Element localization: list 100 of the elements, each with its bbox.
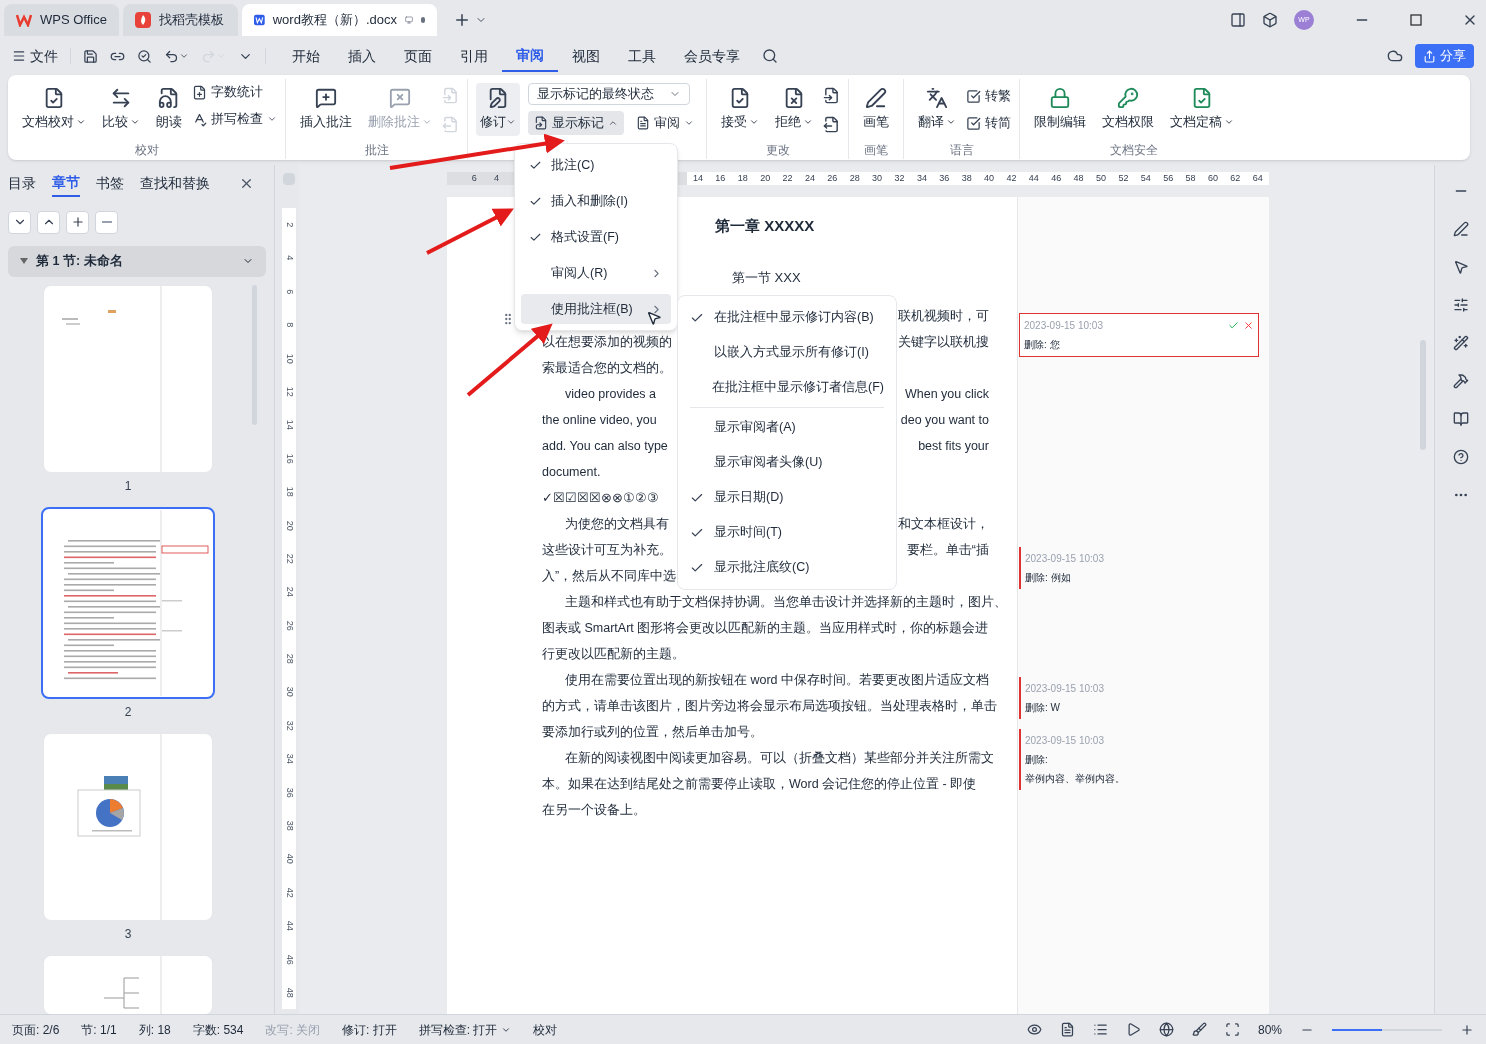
help-icon[interactable]: [1452, 449, 1469, 465]
book-icon[interactable]: [1452, 411, 1469, 427]
share-button[interactable]: 分享: [1415, 44, 1474, 68]
panel-tab[interactable]: 目录: [8, 171, 36, 197]
save-icon[interactable]: [83, 48, 98, 64]
document-tab[interactable]: WPS Office: [4, 4, 119, 36]
track-changes-button[interactable]: 修订: [476, 83, 520, 136]
status-item[interactable]: 页面: 2/6: [12, 1020, 60, 1039]
pointer-icon[interactable]: [1452, 259, 1469, 275]
body-text: 入”，然后从不同库中选: [542, 567, 677, 585]
finalize-button[interactable]: 文档定稿: [1164, 83, 1240, 136]
menu-item[interactable]: 批注(C): [521, 150, 671, 180]
accept-icon[interactable]: [1228, 320, 1239, 331]
document-tab[interactable]: 找稻壳模板: [123, 4, 238, 36]
brush-icon[interactable]: [1191, 1022, 1207, 1037]
pen-button[interactable]: 画笔: [857, 83, 895, 136]
reject-icon[interactable]: [1243, 320, 1254, 331]
web-view-icon[interactable]: [1158, 1022, 1174, 1037]
ribbon-tab[interactable]: 引用: [446, 41, 502, 71]
move-up-button[interactable]: [37, 210, 60, 234]
ribbon-tab[interactable]: 视图: [558, 41, 614, 71]
menu-item[interactable]: 在批注框中显示修订内容(B): [686, 300, 888, 335]
scrollbar-thumb[interactable]: [1420, 340, 1426, 450]
menu-item[interactable]: 显示时间(T): [686, 515, 888, 550]
page-thumbnail[interactable]: [41, 506, 215, 699]
zoom-level[interactable]: 80%: [1257, 1020, 1282, 1039]
add-button[interactable]: [66, 210, 89, 234]
new-tab-icon[interactable]: [453, 11, 471, 29]
status-item[interactable]: 修订: 打开: [342, 1020, 397, 1039]
ribbon-tab[interactable]: 会员专享: [670, 41, 754, 71]
translate-button[interactable]: 翻译: [912, 83, 962, 136]
caret-icon[interactable]: [179, 51, 189, 61]
doc-check-button[interactable]: 文档校对: [16, 83, 92, 136]
preview-icon[interactable]: [137, 48, 152, 64]
menu-item[interactable]: 显示日期(D): [686, 480, 888, 515]
menu-item[interactable]: 使用批注框(B): [521, 294, 671, 324]
to-traditional-button[interactable]: 转繁: [966, 87, 1011, 106]
panel-tab[interactable]: 查找和替换: [140, 171, 210, 197]
status-item[interactable]: 拼写检查: 打开: [418, 1020, 512, 1039]
play-icon[interactable]: [1125, 1022, 1141, 1037]
menu-item[interactable]: 显示审阅者(A): [686, 410, 888, 445]
read-aloud-button[interactable]: 朗读: [150, 83, 188, 136]
search-icon[interactable]: [762, 48, 778, 64]
doc-rights-button[interactable]: 文档权限: [1096, 83, 1160, 136]
reject-button[interactable]: 拒绝: [769, 83, 819, 136]
word-count-button[interactable]: 字数统计: [192, 83, 277, 102]
panel-tab[interactable]: 章节: [52, 170, 80, 198]
pen-icon[interactable]: [1452, 221, 1469, 237]
tools-icon[interactable]: [1452, 373, 1469, 389]
menu-icon: [12, 49, 26, 63]
file-menu[interactable]: 文件: [12, 45, 58, 67]
menu-item[interactable]: 显示审阅者头像(U): [686, 445, 888, 480]
fit-icon[interactable]: [1224, 1022, 1240, 1037]
compare-button[interactable]: 比较: [96, 83, 146, 136]
status-item[interactable]: 节: 1/1: [81, 1020, 117, 1039]
sliders-icon[interactable]: [1452, 297, 1469, 313]
ribbon-tab[interactable]: 审阅: [502, 40, 558, 72]
restrict-editing-button[interactable]: 限制编辑: [1028, 83, 1092, 136]
zoom-slider-fill[interactable]: [1332, 1028, 1382, 1031]
markup-mode-dropdown[interactable]: 显示标记的最终状态: [528, 83, 690, 105]
spell-check-button[interactable]: 拼写检查: [192, 109, 277, 129]
cube-icon[interactable]: [1262, 12, 1278, 28]
wand-icon[interactable]: [1452, 335, 1469, 351]
previous-change-icon[interactable]: [823, 87, 840, 104]
menu-item[interactable]: 在批注框中显示修订者信息(F): [686, 370, 888, 405]
zoom-in-icon[interactable]: [1460, 1022, 1474, 1037]
menu-item[interactable]: 显示批注底纹(C): [686, 550, 888, 585]
ribbon-tab[interactable]: 工具: [614, 41, 670, 71]
revision-balloon[interactable]: 2023-09-15 10:03 删除: 例如: [1019, 547, 1259, 589]
menu-item[interactable]: 以嵌入方式显示所有修订(I): [686, 335, 888, 370]
insert-comment-button[interactable]: 插入批注: [294, 83, 358, 136]
ribbon-tab[interactable]: 开始: [278, 41, 334, 71]
status-item[interactable]: 列: 18: [138, 1020, 171, 1039]
menu-item[interactable]: 格式设置(F): [521, 222, 671, 252]
remove-button[interactable]: [95, 210, 118, 234]
section-header[interactable]: 第 1 节: 未命名: [8, 245, 266, 277]
panel-tab[interactable]: 书签: [96, 171, 124, 197]
ribbon-tab[interactable]: 页面: [390, 41, 446, 71]
revision-balloon[interactable]: 2023-09-15 10:03 删除: W: [1019, 677, 1259, 719]
page-view-icon[interactable]: [1059, 1022, 1075, 1037]
next-change-icon[interactable]: [823, 116, 840, 133]
cloud-icon[interactable]: [1387, 48, 1403, 64]
status-item[interactable]: 校对: [533, 1020, 558, 1039]
menu-item[interactable]: 插入和删除(I): [521, 186, 671, 216]
menu-item[interactable]: 审阅人(R): [521, 258, 671, 288]
document-tab[interactable]: word教程（新）.docx: [242, 4, 437, 36]
panel-icon[interactable]: [1230, 12, 1246, 28]
revision-balloon[interactable]: 2023-09-15 10:03 删除: 举例内容、举例内容。: [1019, 729, 1259, 790]
eye-icon[interactable]: [1026, 1022, 1042, 1037]
review-pane-button[interactable]: 审阅: [632, 111, 698, 135]
to-simplified-button[interactable]: 转简: [966, 113, 1011, 133]
status-item[interactable]: 字数: 534: [192, 1020, 244, 1039]
undo-icon[interactable]: [164, 48, 179, 64]
maximize-icon[interactable]: [1410, 14, 1422, 26]
outline-view-icon[interactable]: [1092, 1022, 1108, 1037]
revision-balloon[interactable]: 2023-09-15 10:03 删除: 您: [1019, 313, 1259, 357]
ribbon-tab[interactable]: 插入: [334, 41, 390, 71]
show-markup-button[interactable]: 显示标记: [528, 111, 624, 135]
move-down-button[interactable]: [8, 210, 31, 234]
accept-button[interactable]: 接受: [715, 83, 765, 136]
